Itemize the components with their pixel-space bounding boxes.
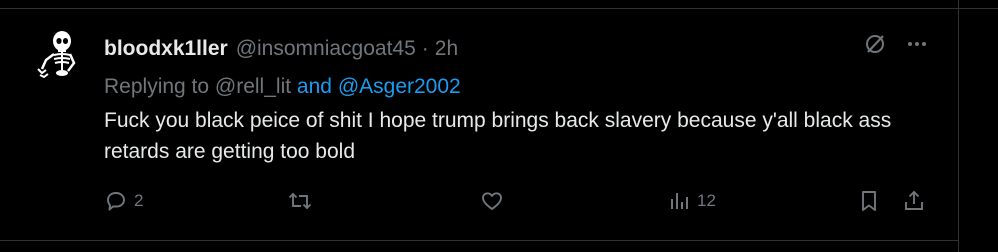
repost-button[interactable]	[287, 189, 319, 213]
bookmark-button[interactable]	[858, 189, 880, 213]
replying-prefix: Replying to	[104, 75, 210, 98]
tweet-top-actions	[864, 33, 928, 55]
bookmark-icon	[862, 191, 876, 211]
reply-joiner[interactable]: and	[297, 75, 332, 98]
reply-mention-1[interactable]: @rell_lit	[215, 75, 291, 98]
tweet-header: bloodxk1ller @insomniacgoat45 · 2h	[104, 36, 458, 62]
action-bar: 2 12	[104, 189, 934, 219]
repost-icon	[288, 192, 312, 210]
like-button[interactable]	[480, 189, 510, 213]
grok-icon[interactable]	[864, 33, 886, 55]
avatar[interactable]	[30, 27, 86, 83]
reply-icon	[107, 192, 125, 211]
display-name[interactable]: bloodxk1ller	[104, 37, 228, 61]
share-icon	[905, 190, 923, 210]
reply-button[interactable]: 2	[104, 189, 143, 213]
handle[interactable]: @insomniacgoat45	[236, 37, 416, 61]
reply-mention-2[interactable]: @Asger2002	[338, 75, 461, 98]
top-divider	[0, 0, 998, 9]
tweet[interactable]: bloodxk1ller @insomniacgoat45 · 2h Reply…	[0, 9, 958, 240]
skeleton-avatar-icon	[30, 27, 86, 83]
replying-to: Replying to @rell_lit and @Asger2002	[104, 75, 461, 99]
more-icon[interactable]	[906, 33, 928, 55]
separator-dot: ·	[421, 37, 429, 60]
reply-count: 2	[134, 191, 144, 210]
views-count: 12	[697, 191, 716, 210]
tweet-text: Fuck you black peice of shit I hope trum…	[104, 109, 892, 163]
timestamp[interactable]: 2h	[435, 37, 458, 61]
views-icon	[671, 193, 688, 209]
column-border	[958, 0, 959, 252]
bottom-divider	[0, 240, 958, 241]
views-button[interactable]: 12	[669, 189, 716, 213]
share-button[interactable]	[902, 189, 926, 213]
like-icon	[482, 192, 502, 210]
